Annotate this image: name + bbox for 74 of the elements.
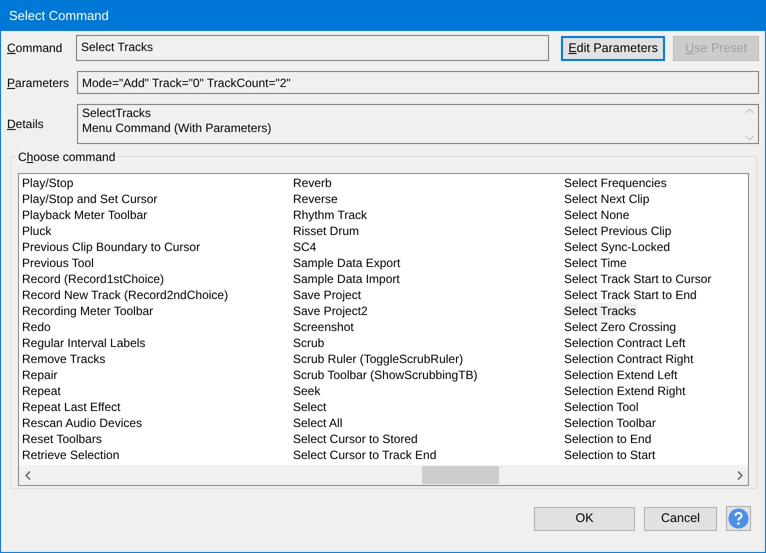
- list-item[interactable]: Select Cursor to Stored: [292, 431, 419, 447]
- list-item[interactable]: Save Project2: [292, 303, 369, 319]
- help-icon: [728, 508, 749, 529]
- list-item[interactable]: Selection Extend Left: [563, 367, 678, 383]
- scroll-left-icon[interactable]: [24, 470, 30, 480]
- button[interactable]: OK: [534, 506, 635, 530]
- list-item[interactable]: Repeat: [21, 383, 62, 399]
- list-item[interactable]: Seek: [292, 383, 322, 399]
- list-item[interactable]: Rhythm Track: [292, 207, 368, 223]
- list-item[interactable]: Previous Clip Boundary to Cursor: [21, 239, 202, 255]
- list-item[interactable]: Retrieve Selection: [21, 447, 120, 463]
- scrollbar-thumb[interactable]: [422, 466, 499, 484]
- field-label: Command: [7, 40, 64, 57]
- field-label: Details: [7, 116, 45, 133]
- list-item[interactable]: Record New Track (Record2ndChoice): [21, 287, 230, 303]
- list-item[interactable]: Repair: [21, 367, 58, 383]
- window-title: Select Command: [9, 6, 109, 25]
- list-item[interactable]: Previous Tool: [21, 255, 95, 271]
- details-text: SelectTracks: [82, 106, 152, 121]
- button[interactable]: Edit Parameters: [560, 36, 666, 60]
- list-item[interactable]: Selection Extend Right: [563, 383, 686, 399]
- list-item[interactable]: Rescan Audio Devices: [21, 415, 144, 431]
- list-item[interactable]: Reset Toolbars: [21, 431, 103, 447]
- list-item[interactable]: Select Next Clip: [563, 191, 650, 207]
- list-item[interactable]: Sample Data Export: [292, 255, 402, 271]
- list-item[interactable]: Redo: [21, 319, 52, 335]
- parameters-field[interactable]: Mode="Add" Track="0" TrackCount="2": [77, 71, 759, 94]
- list-item[interactable]: Reverb: [292, 175, 333, 191]
- list-item[interactable]: Play/Stop and Set Cursor: [21, 191, 158, 207]
- details-text: Menu Command (With Parameters): [82, 121, 272, 136]
- list-item[interactable]: Select Track Start to Cursor: [563, 271, 712, 287]
- list-item[interactable]: Sample Data Import: [292, 271, 401, 287]
- list-item[interactable]: Select Zero Crossing: [563, 319, 678, 335]
- list-item[interactable]: Selection to End: [563, 431, 652, 447]
- list-item[interactable]: Remove Tracks: [21, 351, 106, 367]
- list-item[interactable]: Pluck: [21, 223, 52, 239]
- scroll-down-icon[interactable]: [745, 135, 754, 141]
- list-item[interactable]: Selection Tool: [563, 399, 640, 415]
- details-field[interactable]: SelectTracks Menu Command (With Parameters): [77, 104, 759, 144]
- list-item[interactable]: Select All: [292, 415, 344, 431]
- list-item[interactable]: Risset Drum: [292, 223, 360, 239]
- list-item[interactable]: Select Track Start to End: [563, 287, 698, 303]
- horizontal-scrollbar[interactable]: [19, 465, 748, 485]
- list-item[interactable]: Reverse: [292, 191, 339, 207]
- list-item[interactable]: Recording Meter Toolbar: [21, 303, 154, 319]
- list-item[interactable]: Selection Toolbar: [563, 415, 657, 431]
- command-field[interactable]: Select Tracks: [76, 35, 549, 61]
- list-item[interactable]: Repeat Last Effect: [21, 399, 122, 415]
- list-item[interactable]: Screenshot: [292, 319, 355, 335]
- list-item[interactable]: Select Cursor to Track End: [292, 447, 438, 463]
- list-item[interactable]: Save Project: [292, 287, 362, 303]
- list-item[interactable]: Scrub Ruler (ToggleScrubRuler): [292, 351, 464, 367]
- list-item[interactable]: Playback Meter Toolbar: [21, 207, 148, 223]
- scroll-up-icon[interactable]: [745, 108, 754, 114]
- button[interactable]: Cancel: [644, 506, 717, 530]
- list-item[interactable]: Select Time: [563, 255, 628, 271]
- list-item[interactable]: Scrub Toolbar (ShowScrubbingTB): [292, 367, 479, 383]
- list-item[interactable]: Record (Record1stChoice): [21, 271, 166, 287]
- list-item[interactable]: Play/Stop: [21, 175, 74, 191]
- list-item[interactable]: Selection Contract Right: [563, 351, 694, 367]
- list-item[interactable]: SC4: [292, 239, 318, 255]
- list-item[interactable]: Scrub: [292, 335, 326, 351]
- list-item[interactable]: Select Previous Clip: [563, 223, 672, 239]
- list-item[interactable]: Selection Contract Left: [563, 335, 686, 351]
- scroll-right-icon[interactable]: [736, 470, 742, 480]
- list-item[interactable]: Selection to Start: [563, 447, 656, 463]
- list-item[interactable]: Select Tracks: [563, 303, 638, 319]
- field-label: Parameters: [7, 74, 70, 92]
- help-button[interactable]: [726, 506, 751, 531]
- list-item[interactable]: Select Frequencies: [563, 175, 668, 191]
- list-item[interactable]: Select None: [563, 207, 630, 223]
- list-item[interactable]: Select Sync-Locked: [563, 239, 672, 255]
- list-item[interactable]: Select: [292, 399, 328, 415]
- list-item[interactable]: Regular Interval Labels: [21, 335, 146, 351]
